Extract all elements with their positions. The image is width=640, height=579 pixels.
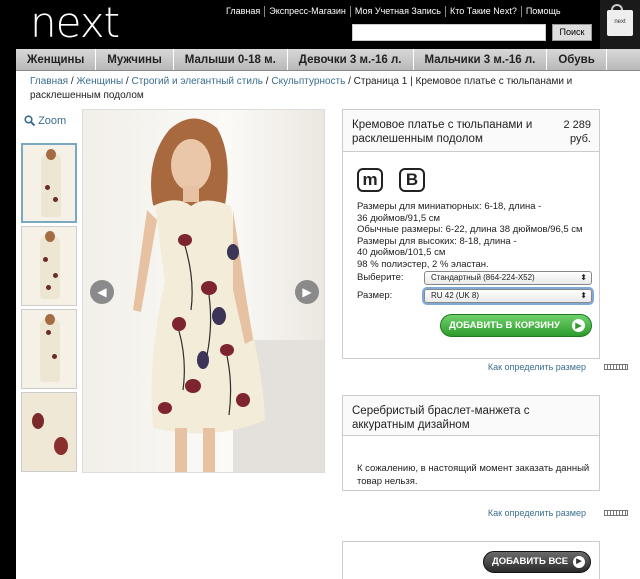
desc-line: Обычные размеры: 6-22, длина 38 дюймов/9… <box>357 224 583 235</box>
breadcrumb-women[interactable]: Женщины <box>76 76 123 87</box>
maternity-icon: m <box>357 168 383 192</box>
desc-line: 98 % полиэстер, 2 % эластан. <box>357 258 489 270</box>
add-all-panel: ДОБАВИТЬ ВСЕ ▶ <box>342 541 600 579</box>
link-help[interactable]: Помощь <box>522 6 565 17</box>
add-all-button[interactable]: ДОБАВИТЬ ВСЕ ▶ <box>483 551 591 573</box>
model-photo <box>133 118 324 472</box>
link-home[interactable]: Главная <box>222 6 266 17</box>
breadcrumb-sculpture[interactable]: Скульптурность <box>271 76 345 87</box>
breadcrumb: Главная / Женщины / Строгий и элегантный… <box>30 76 573 101</box>
b-icon: B <box>399 168 425 192</box>
size-label: Размер: <box>357 290 393 301</box>
nav-girls[interactable]: Девочки 3 м.-16 л. <box>288 49 414 70</box>
product-image[interactable]: ◀ ▶ <box>82 109 325 473</box>
thumbnail-2[interactable] <box>21 226 77 306</box>
arrow-right-icon: ▶ <box>572 319 585 332</box>
product-title: Кремовое платье с тюльпанами и расклешен… <box>352 119 533 145</box>
link-express-shop[interactable]: Экспресс-Магазин <box>265 6 351 17</box>
prev-image-button[interactable]: ◀ <box>90 280 114 304</box>
next-image-button[interactable]: ▶ <box>295 280 319 304</box>
top-links: Главная Экспресс-Магазин Моя Учетная Зап… <box>222 6 565 17</box>
nav-boys[interactable]: Мальчики 3 м.-16 л. <box>414 49 548 70</box>
fit-icons: m B <box>357 168 425 192</box>
nav-men[interactable]: Мужчины <box>96 49 174 70</box>
zoom-link[interactable]: Zoom <box>24 115 66 127</box>
arrow-right-icon: ▶ <box>573 556 585 568</box>
choose-label: Выберите: <box>357 272 404 283</box>
content: Главная / Женщины / Строгий и элегантный… <box>16 71 640 579</box>
price-value: 2 289 <box>563 119 591 131</box>
nav-shoes[interactable]: Обувь <box>547 49 607 70</box>
link-my-account[interactable]: Моя Учетная Запись <box>351 6 446 17</box>
page: next Главная Экспресс-Магазин Моя Учетна… <box>0 0 640 579</box>
thumbnail-4[interactable] <box>21 392 77 472</box>
breadcrumb-formal[interactable]: Строгий и элегантный стиль <box>131 76 263 87</box>
size-guide-link-2[interactable]: Как определить размер <box>488 508 586 518</box>
search-button[interactable]: Поиск <box>552 24 592 41</box>
desc-line: 40 дюймов/101,5 см <box>357 247 446 258</box>
desc-line: Размеры для миниатюрных: 6-18, длина - <box>357 201 542 212</box>
size-select[interactable]: RU 42 (UK 8) <box>424 289 592 303</box>
zoom-label: Zoom <box>38 115 67 127</box>
thumbnail-1[interactable] <box>21 143 77 223</box>
variant-select[interactable]: Стандартный (864-224-X52) <box>424 271 592 285</box>
product-title-bar: Кремовое платье с тюльпанами и расклешен… <box>343 110 599 152</box>
link-about[interactable]: Кто Такие Next? <box>446 6 522 17</box>
shopping-bag[interactable]: next <box>600 0 640 49</box>
ruler-icon <box>604 364 628 370</box>
related-product-panel: Серебристый браслет-манжета с аккуратным… <box>342 395 600 491</box>
nav-women[interactable]: Женщины <box>16 49 97 70</box>
header: next Главная Экспресс-Магазин Моя Учетна… <box>16 0 640 49</box>
add-all-label: ДОБАВИТЬ ВСЕ <box>492 556 569 567</box>
product-description: Размеры для миниатюрных: 6-18, длина - 3… <box>357 201 593 270</box>
price-unit: руб. <box>570 133 591 145</box>
ruler-icon <box>604 510 628 516</box>
desc-line: 36 дюймов/91,5 см <box>357 212 441 224</box>
size-guide-link[interactable]: Как определить размер <box>488 362 586 372</box>
main-nav: Женщины Мужчины Малыши 0-18 м. Девочки 3… <box>16 49 640 71</box>
product-panel: Кремовое платье с тюльпанами и расклешен… <box>342 109 600 359</box>
unavailable-message: К сожалению, в настоящий момент заказать… <box>357 463 590 487</box>
add-to-cart-button[interactable]: ДОБАВИТЬ В КОРЗИНУ ▶ <box>440 314 592 337</box>
desc-line: Размеры для высоких: 8-18, длина - <box>357 235 517 247</box>
related-title: Серебристый браслет-манжета с аккуратным… <box>343 396 599 436</box>
logo[interactable]: next <box>30 0 120 46</box>
add-to-cart-label: ДОБАВИТЬ В КОРЗИНУ <box>449 320 560 331</box>
search-input[interactable] <box>352 24 546 41</box>
breadcrumb-home[interactable]: Главная <box>30 76 68 87</box>
product-price: 2 289 руб. <box>547 118 591 146</box>
magnifier-icon <box>24 115 36 127</box>
thumbnail-strip <box>21 143 77 475</box>
nav-babies[interactable]: Малыши 0-18 м. <box>174 49 288 70</box>
thumbnail-3[interactable] <box>21 309 77 389</box>
bag-icon: next <box>607 10 633 36</box>
